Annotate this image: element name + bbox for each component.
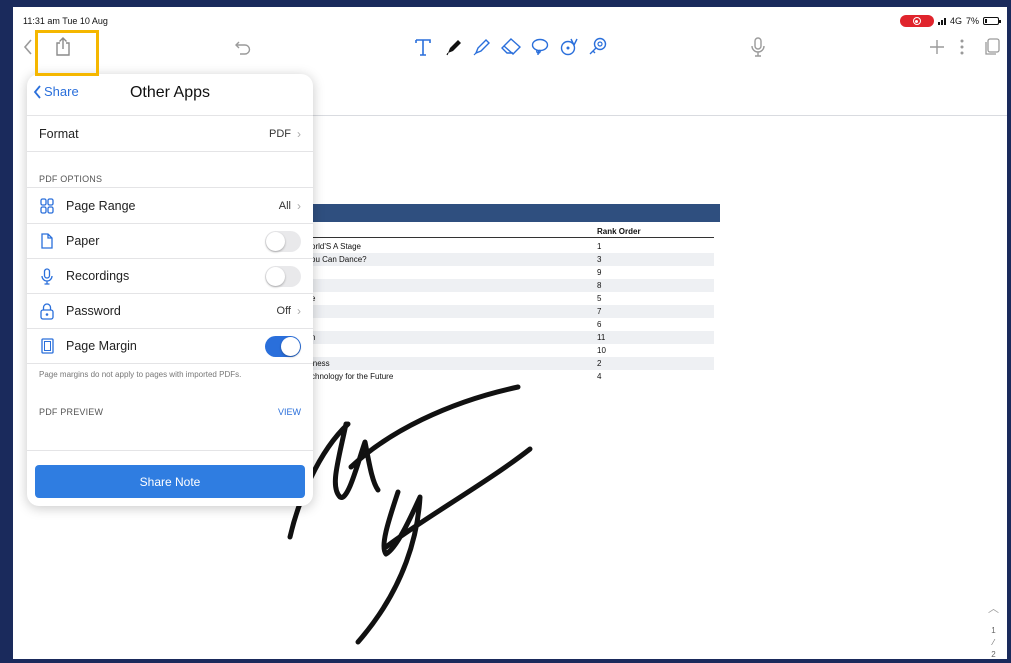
table-cell-rank: 6 [597,320,602,329]
table-row: 9 [311,266,714,279]
pages-overview-icon[interactable] [984,37,1000,57]
embedded-table: Rank Order orld'S A Stage 1 ou Can Dance? 3… [311,204,720,382]
table-cell-name: iness [311,359,330,368]
password-row[interactable]: Password Off › [27,293,313,329]
table-row: 6 [311,318,714,331]
toggle-knob [266,267,285,286]
password-value-text: Off [276,305,291,317]
table-row: ou Can Dance? 3 [311,253,714,266]
table-row: 10 [311,344,714,357]
table-row: 8 [311,279,714,292]
table-cell-rank: 8 [597,281,602,290]
add-page-icon[interactable] [929,37,945,57]
total-pages: 2 [991,650,996,659]
table-row: 7 [311,305,714,318]
page-margin-note: Page margins do not apply to pages with … [39,370,242,379]
chevron-right-icon: › [297,304,301,318]
share-popover: Share Other Apps Format PDF › PDF OPTIONS… [27,74,313,506]
more-options-icon[interactable] [959,37,965,57]
paper-label: Paper [66,234,100,248]
battery-percent: 7% [965,16,979,26]
status-bar: 11:31 am Tue 10 Aug 4G 7% [13,7,1007,29]
lock-icon [39,302,55,320]
network-type: 4G [949,16,962,26]
page-margin-icon [39,337,55,355]
page-margin-label: Page Margin [66,339,137,353]
popover-separator [27,450,313,451]
recordings-label: Recordings [66,269,130,283]
share-icon-highlight [35,30,99,76]
page-margin-toggle[interactable] [265,336,301,357]
battery-icon [983,17,1001,25]
toggle-knob [281,337,300,356]
table-row: e5 [311,292,714,305]
current-page: 1 [991,626,996,635]
table-cell-rank: 7 [597,307,602,316]
page-range-value: All › [279,199,301,213]
table-column-header: Rank Order [597,227,641,236]
highlighter-tool-icon[interactable] [473,37,491,57]
pdf-options-label: PDF OPTIONS [39,174,103,184]
laser-pointer-icon[interactable] [588,37,608,57]
password-label: Password [66,304,121,318]
table-header-bar [311,204,720,222]
page-range-label: Page Range [66,199,136,213]
text-tool-icon[interactable] [415,37,431,57]
signal-icon [937,17,946,25]
chevron-right-icon: › [297,127,301,141]
lasso-tool-icon[interactable] [530,37,550,57]
document-icon [39,232,55,250]
recordings-toggle[interactable] [265,266,301,287]
page-indicator: ︿ 1 ⁄ 2 [988,603,999,659]
table-cell-rank: 11 [597,333,606,342]
table-cell-rank: 3 [597,255,602,264]
table-cell-rank: 2 [597,359,602,368]
microphone-icon[interactable] [751,37,765,57]
table-cell-name: orld'S A Stage [311,242,362,251]
grid-icon [39,197,55,215]
page-range-row[interactable]: Page Range All › [27,188,313,224]
password-value: Off › [277,304,301,318]
share-note-button[interactable]: Share Note [35,465,305,498]
format-row[interactable]: Format PDF › [27,116,313,152]
scroll-up-chevron-icon[interactable]: ︿ [988,603,999,615]
table-cell-rank: 1 [597,242,602,251]
microphone-icon [39,267,55,285]
status-time: 11:31 am Tue 10 Aug [23,16,108,26]
eraser-tool-icon[interactable] [501,37,521,57]
toolbar [13,29,1007,65]
view-preview-link[interactable]: VIEW [278,407,301,417]
table-row: n 11 [311,331,714,344]
format-value: PDF › [269,127,301,141]
paper-toggle[interactable] [265,231,301,252]
chevron-right-icon: › [297,199,301,213]
popover-header: Share Other Apps [27,74,313,116]
page-separator-icon: ⁄ [992,638,995,647]
table-cell-name: ou Can Dance? [311,255,367,264]
undo-icon[interactable] [235,37,251,57]
toggle-knob [266,232,285,251]
table-header-rule [311,237,714,238]
page-margin-row: Page Margin [27,328,313,364]
format-value-text: PDF [269,128,291,140]
page-top-edge [313,115,1007,116]
back-chevron-icon[interactable] [23,37,33,57]
format-label: Format [39,127,79,141]
shapes-tool-icon[interactable] [559,37,579,57]
screen-recording-icon [899,15,934,27]
table-cell-rank: 5 [597,294,602,303]
table-cell-rank: 9 [597,268,602,277]
page-range-value-text: All [278,200,291,212]
table-cell-rank: 10 [597,346,606,355]
table-row: orld'S A Stage 1 [311,240,714,253]
recordings-row: Recordings [27,258,313,294]
pen-tool-icon[interactable] [445,37,463,57]
ipad-screen: 11:31 am Tue 10 Aug 4G 7% Rank Order orl… [13,7,1007,659]
popover-title: Other Apps [129,84,211,101]
pdf-preview-label: PDF PREVIEW [39,407,104,417]
status-right: 4G 7% [899,15,1001,27]
table-row: iness 2 [311,357,714,370]
paper-row: Paper [27,223,313,259]
table-cell-rank: 4 [597,372,602,381]
